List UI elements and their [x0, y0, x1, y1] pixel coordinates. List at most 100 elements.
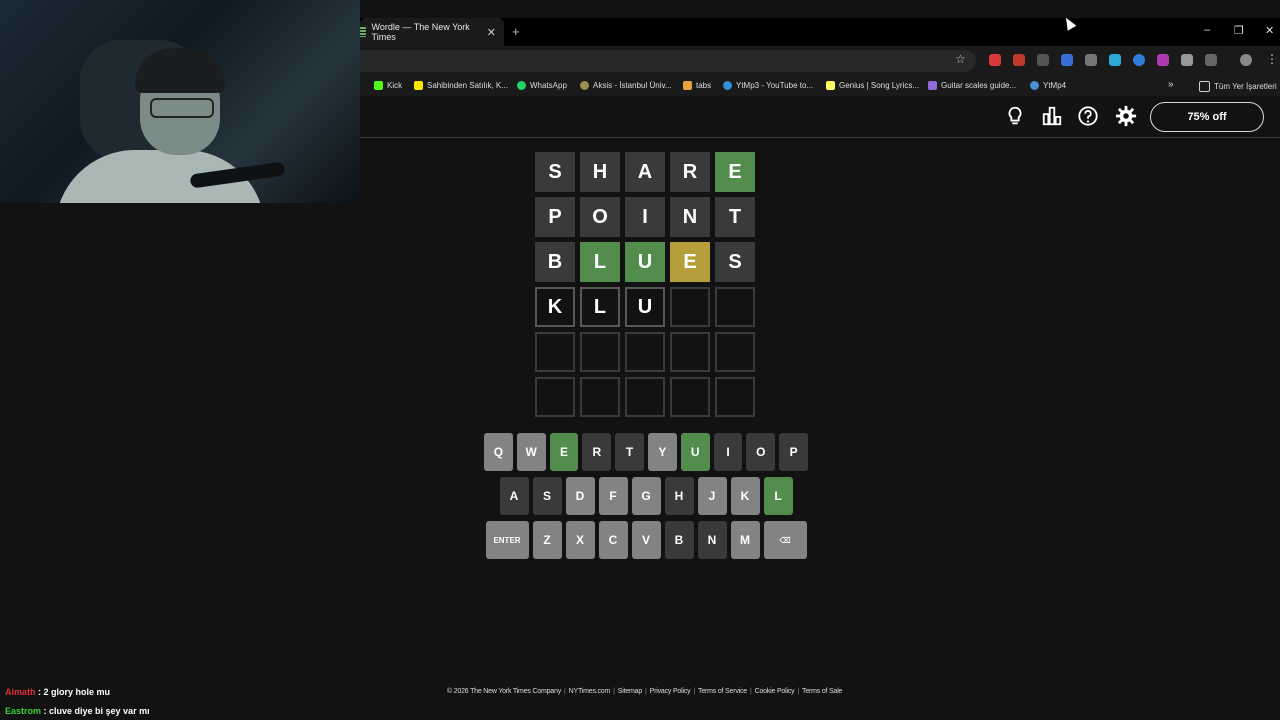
extension-icon[interactable]	[1133, 54, 1145, 66]
board-row	[535, 332, 755, 372]
key-x[interactable]: X	[565, 521, 595, 559]
bookmark-genius[interactable]: Genius | Song Lyrics...	[826, 81, 919, 90]
bookmark-guitar-scales[interactable]: Guitar scales guide...	[928, 81, 1016, 90]
extension-icon[interactable]	[1061, 54, 1073, 66]
board-tile: N	[670, 197, 710, 237]
board-tile	[580, 332, 620, 372]
extension-icon[interactable]	[1085, 54, 1097, 66]
bookmark-star-icon[interactable]: ☆	[955, 52, 966, 66]
bookmark-sahibinden[interactable]: Sahibinden Satılık, K...	[414, 81, 508, 90]
key-z[interactable]: Z	[532, 521, 562, 559]
board-tile: R	[670, 152, 710, 192]
key-o[interactable]: O	[746, 433, 776, 471]
help-icon[interactable]	[1077, 105, 1099, 127]
key-l[interactable]: L	[763, 477, 793, 515]
key-k[interactable]: K	[730, 477, 760, 515]
extensions-puzzle-icon[interactable]	[1205, 54, 1217, 66]
footer-link-cookie[interactable]: Cookie Policy	[755, 688, 795, 695]
extension-icon[interactable]	[1109, 54, 1121, 66]
key-r[interactable]: R	[582, 433, 612, 471]
bookmark-tabs[interactable]: tabs	[683, 81, 711, 90]
settings-gear-icon[interactable]	[1115, 105, 1137, 127]
key-i[interactable]: I	[713, 433, 743, 471]
guitar-scales-icon	[928, 81, 937, 90]
board-tile: S	[535, 152, 575, 192]
footer-separator: |	[564, 688, 566, 695]
key-p[interactable]: P	[779, 433, 808, 471]
backspace-key[interactable]: ⌫	[763, 521, 807, 559]
webcam-person-glasses	[150, 98, 214, 118]
key-a[interactable]: A	[499, 477, 529, 515]
browser-tab-wordle[interactable]: Wordle — The New York Times ✕	[360, 18, 504, 46]
bookmark-ytmp3[interactable]: YtMp3 - YouTube to...	[723, 81, 813, 90]
key-v[interactable]: V	[631, 521, 661, 559]
bookmark-whatsapp[interactable]: WhatsApp	[517, 81, 567, 90]
wordle-favicon-icon	[360, 27, 366, 37]
key-c[interactable]: C	[598, 521, 628, 559]
footer-link-nytimes[interactable]: NYTimes.com	[569, 688, 611, 695]
subscribe-offer-button[interactable]: 75% off	[1150, 102, 1264, 132]
folder-icon	[1199, 81, 1210, 92]
board-tile: L	[580, 242, 620, 282]
cloud-icon	[1030, 81, 1039, 90]
ytmp3-icon	[723, 81, 732, 90]
key-q[interactable]: Q	[484, 433, 513, 471]
minimize-button[interactable]: –	[1204, 24, 1210, 36]
key-h[interactable]: H	[664, 477, 694, 515]
eyedropper-icon[interactable]	[1181, 54, 1193, 66]
whatsapp-icon	[517, 81, 526, 90]
bookmark-ytmp4[interactable]: YtMp4	[1030, 81, 1066, 90]
extension-icon[interactable]	[989, 54, 1001, 66]
board-row: POINT	[535, 197, 755, 237]
tab-close-icon[interactable]: ✕	[487, 26, 496, 39]
footer-separator: |	[693, 688, 696, 695]
kick-icon	[374, 81, 383, 90]
enter-key[interactable]: ENTER	[485, 521, 529, 559]
key-s[interactable]: S	[532, 477, 562, 515]
key-w[interactable]: W	[516, 433, 546, 471]
bookmarks-overflow-button[interactable]: »	[1168, 79, 1174, 90]
extension-icon[interactable]	[1013, 54, 1025, 66]
board-row	[535, 377, 755, 417]
key-d[interactable]: D	[565, 477, 595, 515]
footer: © 2026 The New York Times Company | NYTime…	[447, 688, 842, 695]
key-y[interactable]: Y	[648, 433, 677, 471]
browser-menu-icon[interactable]: ⋮	[1266, 52, 1278, 66]
board-row: KLU	[535, 287, 755, 327]
hint-bulb-icon[interactable]	[1004, 105, 1026, 127]
board-tile	[535, 332, 575, 372]
board-tile: B	[535, 242, 575, 282]
address-bar[interactable]	[340, 50, 976, 72]
board-tile	[715, 377, 755, 417]
key-e[interactable]: E	[549, 433, 579, 471]
sahibinden-icon	[414, 81, 423, 90]
board-row: BLUES	[535, 242, 755, 282]
key-u[interactable]: U	[680, 433, 710, 471]
footer-link-terms-service[interactable]: Terms of Service	[698, 688, 747, 695]
key-b[interactable]: B	[664, 521, 694, 559]
new-tab-button[interactable]: +	[512, 24, 520, 39]
key-t[interactable]: T	[615, 433, 644, 471]
board-tile: U	[625, 287, 665, 327]
genius-icon	[826, 81, 835, 90]
footer-link-terms-sale[interactable]: Terms of Sale	[802, 688, 842, 695]
restore-button[interactable]: ❐	[1234, 24, 1244, 37]
bookmark-kick[interactable]: Kick	[374, 81, 402, 90]
footer-link-sitemap[interactable]: Sitemap	[618, 688, 642, 695]
key-n[interactable]: N	[697, 521, 727, 559]
key-m[interactable]: M	[730, 521, 760, 559]
footer-link-privacy[interactable]: Privacy Policy	[650, 688, 691, 695]
statistics-icon[interactable]	[1041, 105, 1063, 127]
extension-icon[interactable]	[1157, 54, 1169, 66]
bookmark-aksis[interactable]: Aksis - İstanbul Üniv...	[580, 81, 672, 90]
profile-avatar[interactable]	[1240, 54, 1252, 66]
key-f[interactable]: F	[598, 477, 628, 515]
board-tile	[535, 377, 575, 417]
all-bookmarks-folder[interactable]: Tüm Yer İşaretleri	[1199, 81, 1277, 92]
board-tile	[625, 332, 665, 372]
board-tile: U	[625, 242, 665, 282]
close-window-button[interactable]: ✕	[1265, 24, 1274, 37]
extension-icon[interactable]	[1037, 54, 1049, 66]
key-j[interactable]: J	[697, 477, 727, 515]
key-g[interactable]: G	[631, 477, 661, 515]
